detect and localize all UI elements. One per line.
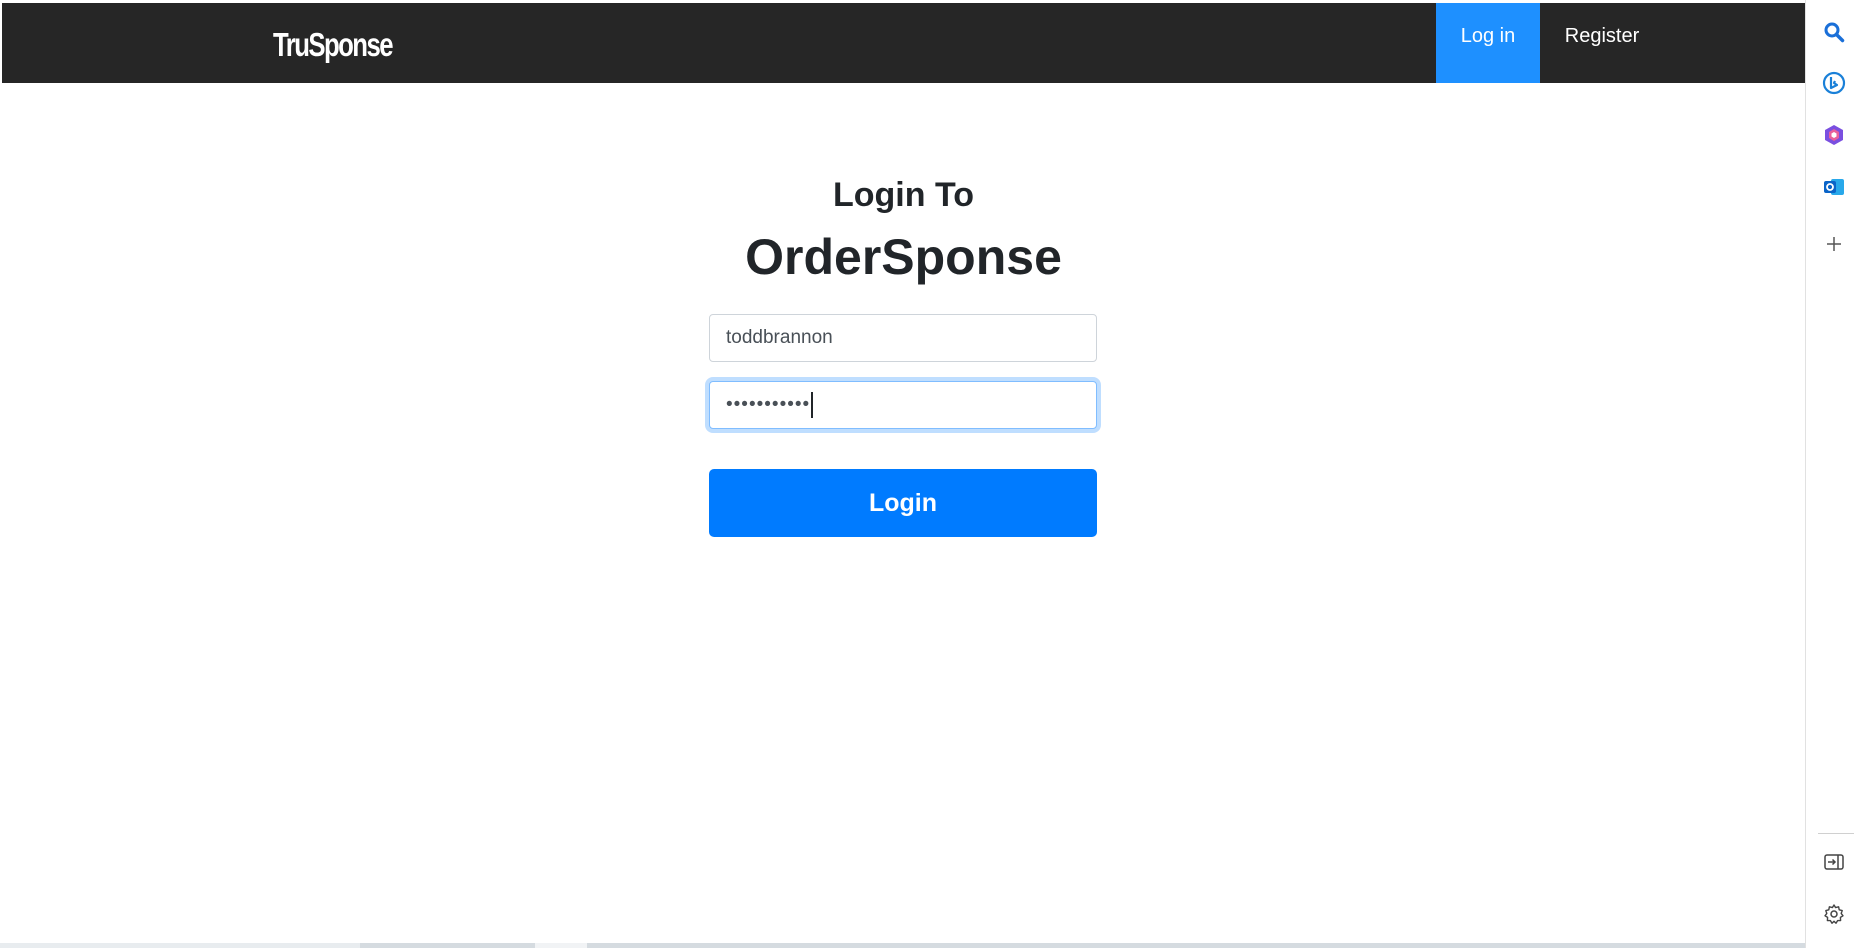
top-navbar: TruSponse Log in Register <box>2 3 1805 83</box>
username-input[interactable]: toddbrannon <box>709 314 1097 362</box>
text-caret <box>811 391 814 418</box>
scrollbar-segment <box>535 943 587 948</box>
search-icon[interactable] <box>1822 20 1846 44</box>
office-icon[interactable] <box>1822 123 1846 147</box>
app-name-title: OrderSponse <box>745 229 1062 285</box>
scrollbar-segment <box>0 943 360 948</box>
login-heading: Login To <box>833 176 974 214</box>
brand-logo[interactable]: TruSponse <box>273 25 394 65</box>
outlook-icon[interactable] <box>1822 175 1846 199</box>
exit-side-panel-icon[interactable] <box>1822 850 1846 874</box>
browser-page: TruSponse Log in Register Login To Order… <box>0 0 1862 948</box>
side-panel-divider <box>1818 833 1854 834</box>
bing-chat-icon[interactable] <box>1822 71 1846 95</box>
password-input[interactable]: ••••••••••• <box>709 381 1097 429</box>
username-value: toddbrannon <box>726 327 833 348</box>
add-icon[interactable] <box>1822 232 1846 256</box>
nav-register-link[interactable]: Register <box>1542 3 1662 83</box>
browser-side-panel <box>1805 0 1862 948</box>
login-button[interactable]: Login <box>709 469 1097 537</box>
settings-icon[interactable] <box>1822 902 1846 926</box>
app-viewport: TruSponse Log in Register Login To Order… <box>2 3 1805 943</box>
horizontal-scrollbar[interactable] <box>0 943 1805 948</box>
password-value: ••••••••••• <box>726 394 811 415</box>
nav-login-link[interactable]: Log in <box>1436 3 1540 83</box>
